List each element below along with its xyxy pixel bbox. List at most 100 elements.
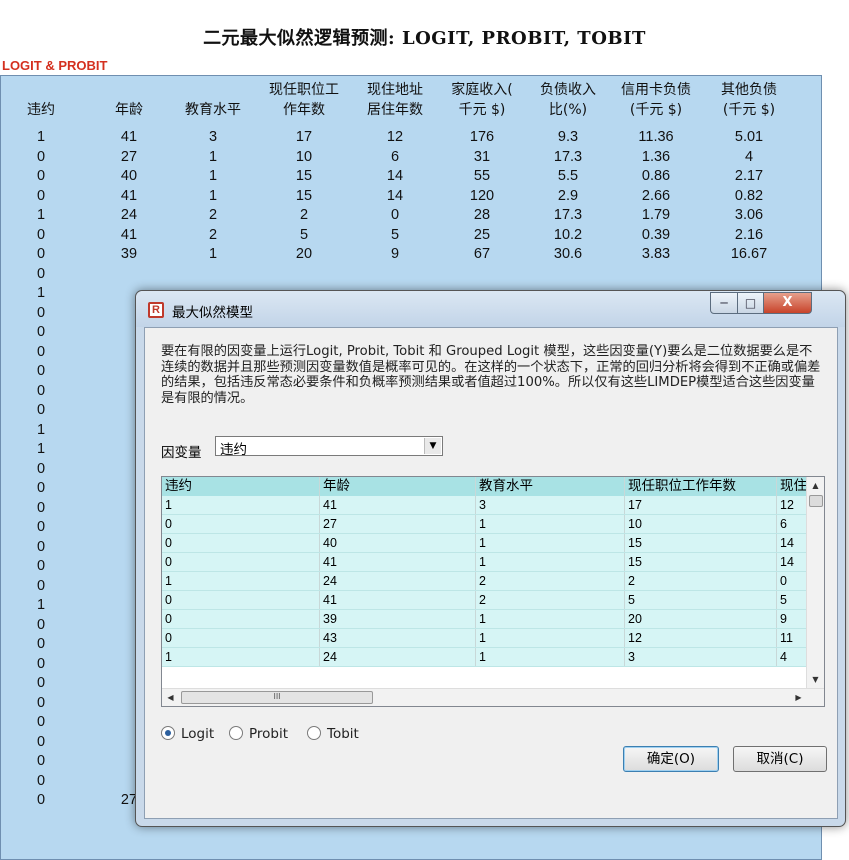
grid-cell[interactable]: 2 [476, 572, 625, 590]
grid-cell[interactable]: 12 [625, 629, 777, 647]
grid-cell[interactable]: 1 [476, 515, 625, 533]
sheet-cell: 1 [208, 148, 218, 165]
grid-cell[interactable]: 0 [162, 553, 320, 571]
horizontal-scroll-thumb[interactable]: III [181, 691, 373, 704]
grid-cell[interactable]: 0 [777, 572, 807, 590]
grid-cell[interactable]: 1 [162, 648, 320, 666]
radio-logit-circle[interactable] [161, 726, 175, 740]
grid-row[interactable]: 0 41 2 5 5 [162, 591, 807, 610]
scroll-left-icon[interactable]: ◀ [162, 689, 179, 706]
scroll-down-icon[interactable]: ▼ [807, 671, 824, 688]
maximize-button[interactable]: □ [737, 292, 764, 314]
grid-cell[interactable]: 5 [777, 591, 807, 609]
vertical-scrollbar[interactable]: ▲ ▼ [806, 477, 824, 688]
grid-cell[interactable]: 2 [625, 572, 777, 590]
sheet-cell: 39 [120, 246, 138, 262]
grid-column-header[interactable]: 现任职位工作年数 [625, 477, 777, 496]
grid-cell[interactable]: 24 [320, 648, 476, 666]
data-grid[interactable]: 违约 年龄 教育水平 现任职位工作年数 现住 1 41 3 17 12 0 27 1 10 6 0 40 1 15… [161, 476, 825, 707]
minimize-button[interactable]: ─ [710, 292, 738, 314]
grid-header: 违约 年龄 教育水平 现任职位工作年数 现住 [162, 477, 807, 496]
sheet-cell: 0 [36, 714, 46, 730]
ok-button[interactable]: 确定(O) [623, 746, 719, 772]
radio-tobit-circle[interactable] [307, 726, 321, 740]
dialog-titlebar[interactable]: R 最大似然模型 ─ □ X [136, 291, 845, 327]
grid-cell[interactable]: 3 [625, 648, 777, 666]
grid-row[interactable]: 0 41 1 15 14 [162, 553, 807, 572]
grid-cell[interactable]: 3 [476, 496, 625, 514]
dependent-variable-select[interactable]: 违约 ▼ [215, 436, 443, 458]
chevron-down-icon[interactable]: ▼ [424, 438, 441, 454]
sheet-cell: 2 [208, 207, 218, 223]
grid-row[interactable]: 1 24 1 3 4 [162, 648, 807, 667]
grid-cell[interactable]: 12 [777, 496, 807, 514]
sheet-cell: 20 [295, 246, 313, 262]
radio-probit-label: Probit [249, 726, 289, 742]
grid-cell[interactable]: 1 [476, 553, 625, 571]
grid-cell[interactable]: 27 [320, 515, 476, 533]
grid-cell[interactable]: 1 [476, 534, 625, 552]
grid-cell[interactable]: 11 [777, 629, 807, 647]
grid-row[interactable]: 1 41 3 17 12 [162, 496, 807, 515]
sheet-cell: 1 [36, 207, 46, 223]
grid-cell[interactable]: 0 [162, 515, 320, 533]
grid-cell[interactable]: 1 [476, 629, 625, 647]
grid-row[interactable]: 0 27 1 10 6 [162, 515, 807, 534]
grid-row[interactable]: 0 43 1 12 11 [162, 629, 807, 648]
sheet-cell: 4 [744, 148, 754, 165]
grid-cell[interactable]: 2 [476, 591, 625, 609]
grid-cell[interactable]: 4 [777, 648, 807, 666]
sheet-cell: 0 [36, 246, 46, 262]
grid-cell[interactable]: 1 [476, 610, 625, 628]
sheet-cell: 1 [208, 187, 218, 204]
sheet-cell: 0 [36, 733, 46, 750]
sheet-cell: 1 [36, 441, 46, 457]
grid-cell[interactable]: 0 [162, 629, 320, 647]
horizontal-scrollbar[interactable]: ◀ III ▶ [162, 688, 824, 706]
grid-cell[interactable]: 40 [320, 534, 476, 552]
grid-cell[interactable]: 6 [777, 515, 807, 533]
grid-cell[interactable]: 39 [320, 610, 476, 628]
grid-column-header[interactable]: 年龄 [320, 477, 476, 496]
scroll-right-icon[interactable]: ▶ [790, 689, 807, 706]
radio-probit-circle[interactable] [229, 726, 243, 740]
grid-cell[interactable]: 9 [777, 610, 807, 628]
grid-row[interactable]: 1 24 2 2 0 [162, 572, 807, 591]
close-button[interactable]: X [763, 292, 812, 314]
grid-cell[interactable]: 10 [625, 515, 777, 533]
grid-row[interactable]: 0 40 1 15 14 [162, 534, 807, 553]
sheet-cell: 0 [36, 402, 46, 418]
grid-cell[interactable]: 1 [162, 572, 320, 590]
vertical-scroll-thumb[interactable] [809, 495, 823, 507]
grid-cell[interactable]: 0 [162, 591, 320, 609]
grid-cell[interactable]: 20 [625, 610, 777, 628]
grid-column-header[interactable]: 现住 [777, 477, 807, 496]
scroll-up-icon[interactable]: ▲ [807, 477, 824, 494]
grid-cell[interactable]: 41 [320, 591, 476, 609]
sheet-cell: 6 [390, 148, 400, 165]
grid-column-header[interactable]: 违约 [162, 477, 320, 496]
grid-cell[interactable]: 1 [162, 496, 320, 514]
radio-tobit[interactable]: Tobit [307, 726, 359, 742]
grid-column-header[interactable]: 教育水平 [476, 477, 625, 496]
grid-cell[interactable]: 41 [320, 553, 476, 571]
radio-probit[interactable]: Probit [229, 726, 288, 742]
grid-cell[interactable]: 14 [777, 553, 807, 571]
grid-cell[interactable]: 24 [320, 572, 476, 590]
radio-logit[interactable]: Logit [161, 726, 214, 742]
sheet-cell: 0 [36, 304, 46, 321]
grid-cell[interactable]: 1 [476, 648, 625, 666]
grid-cell[interactable]: 15 [625, 534, 777, 552]
grid-cell[interactable]: 0 [162, 610, 320, 628]
grid-row[interactable]: 0 39 1 20 9 [162, 610, 807, 629]
sheet-cell: 0 [36, 616, 46, 633]
dependent-variable-label: 因变量 [161, 445, 202, 461]
grid-cell[interactable]: 5 [625, 591, 777, 609]
grid-cell[interactable]: 17 [625, 496, 777, 514]
grid-cell[interactable]: 43 [320, 629, 476, 647]
grid-cell[interactable]: 41 [320, 496, 476, 514]
cancel-button[interactable]: 取消(C) [733, 746, 827, 772]
grid-cell[interactable]: 0 [162, 534, 320, 552]
grid-cell[interactable]: 14 [777, 534, 807, 552]
grid-cell[interactable]: 15 [625, 553, 777, 571]
